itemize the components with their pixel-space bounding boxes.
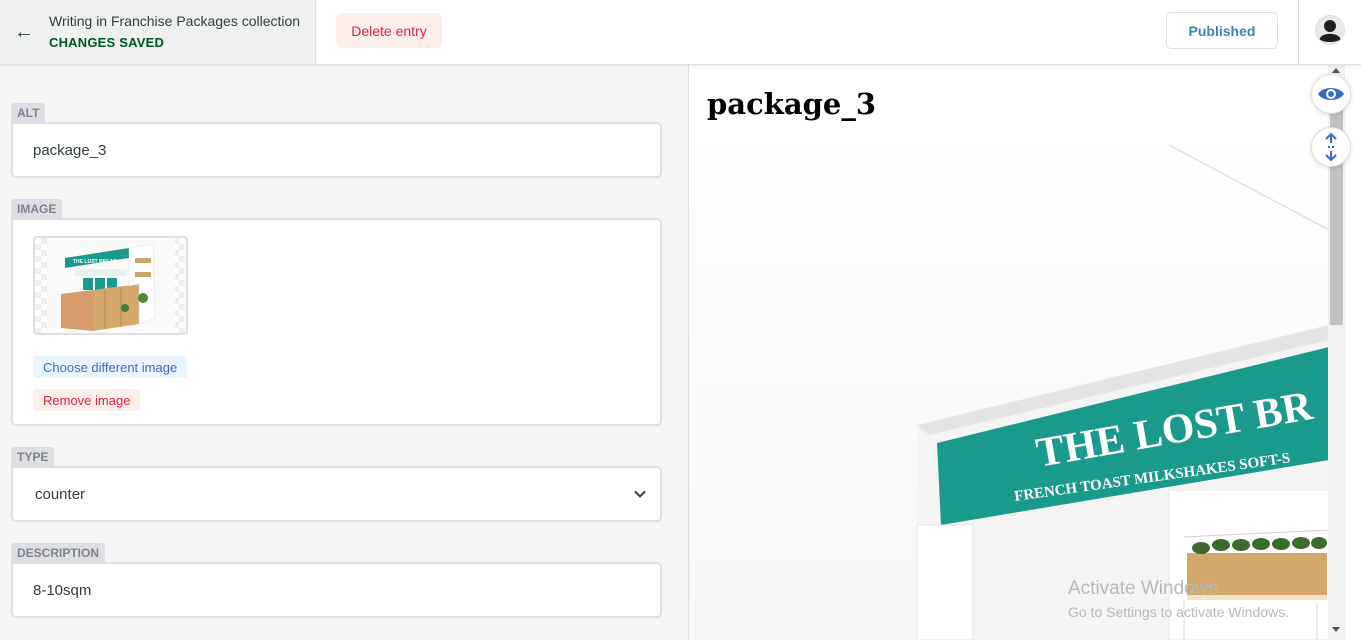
watermark-line-2: Go to Settings to activate Windows. (1068, 604, 1289, 620)
image-widget: THE LOST BREAD Choose different image Re… (11, 218, 662, 426)
alt-input[interactable]: package_3 (11, 122, 662, 178)
svg-text:THE LOST BREAD: THE LOST BREAD (73, 259, 117, 265)
scroll-thumb[interactable] (1330, 79, 1343, 325)
eye-icon (1318, 88, 1344, 100)
back-to-collection-area[interactable]: ← Writing in Franchise Packages collecti… (0, 0, 316, 64)
preview-title: package_3 (707, 87, 877, 121)
image-field: IMAGE THE LOST BREAD Choose different im… (11, 199, 662, 426)
kiosk-preview-image: THE LOST BR FRENCH TOAST MILKSHAKES SOFT… (689, 125, 1329, 640)
toggle-preview-button[interactable] (1311, 74, 1351, 114)
back-arrow-icon[interactable]: ← (14, 21, 34, 43)
choose-different-image-button[interactable]: Choose different image (33, 356, 188, 378)
type-selected-value: counter (35, 486, 86, 503)
delete-entry-button[interactable]: Delete entry (336, 13, 442, 48)
remove-image-button[interactable]: Remove image (33, 389, 141, 411)
scroll-up-arrow-icon[interactable] (1332, 68, 1340, 73)
chevron-down-icon (634, 490, 646, 498)
windows-activation-watermark: Activate Windows Go to Settings to activ… (1068, 578, 1289, 620)
watermark-line-1: Activate Windows (1068, 578, 1218, 599)
scroll-down-arrow-icon[interactable] (1332, 627, 1340, 632)
sync-scroll-button[interactable] (1311, 127, 1351, 167)
type-field: TYPE counter (11, 447, 662, 522)
preview-pane: package_3 THE LOST BR FRENCH TOAST MILKS… (688, 65, 1361, 640)
image-field-label: IMAGE (11, 199, 63, 218)
save-status: CHANGES SAVED (49, 35, 165, 50)
alt-field-label: ALT (11, 103, 46, 122)
user-avatar-icon[interactable] (1315, 15, 1345, 45)
alt-field: ALT package_3 (11, 103, 662, 178)
collection-label: Writing in Franchise Packages collection (49, 13, 301, 29)
user-menu[interactable] (1298, 0, 1361, 64)
description-input[interactable]: 8-10sqm (11, 562, 662, 618)
editor-toolbar: ← Writing in Franchise Packages collecti… (0, 0, 1361, 65)
image-thumbnail[interactable]: THE LOST BREAD (33, 236, 188, 335)
kiosk-thumbnail-image: THE LOST BREAD (47, 238, 175, 333)
description-field-label: DESCRIPTION (11, 543, 106, 562)
editor-pane: ALT package_3 IMAGE THE LOST BREAD Choos… (0, 65, 688, 640)
type-field-label: TYPE (11, 447, 55, 466)
description-field: DESCRIPTION 8-10sqm (11, 543, 662, 618)
scroll-sync-icon (1325, 132, 1337, 162)
publish-status-button[interactable]: Published (1166, 12, 1278, 49)
type-select[interactable]: counter (11, 466, 662, 522)
